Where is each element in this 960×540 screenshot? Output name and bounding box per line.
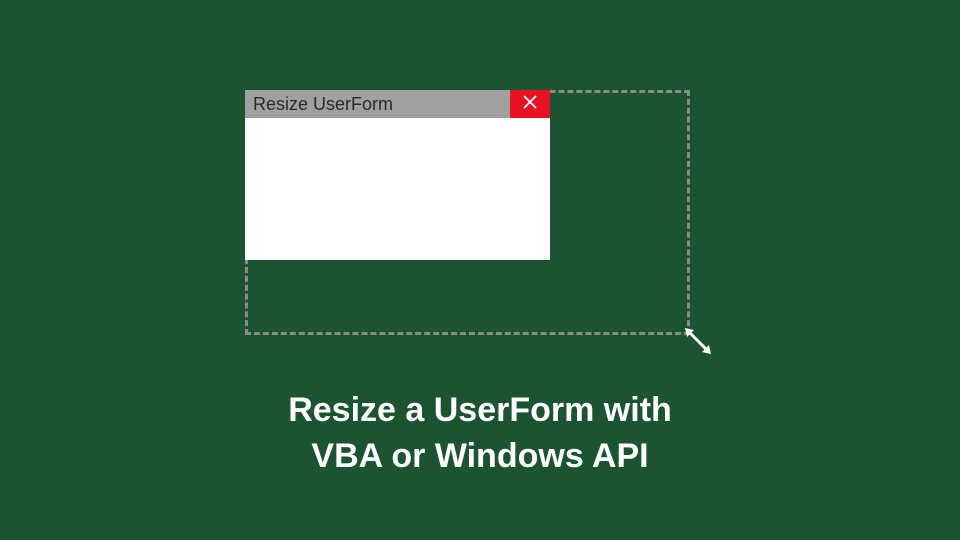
titlebar[interactable]: Resize UserForm [245, 90, 550, 118]
userform-window: Resize UserForm [245, 90, 550, 260]
caption: Resize a UserForm with VBA or Windows AP… [0, 388, 960, 480]
close-icon [523, 95, 537, 114]
caption-line-2: VBA or Windows API [0, 434, 960, 480]
resize-cursor-icon [683, 326, 713, 356]
window-title: Resize UserForm [245, 94, 393, 115]
caption-line-1: Resize a UserForm with [0, 388, 960, 434]
close-button[interactable] [510, 90, 550, 118]
